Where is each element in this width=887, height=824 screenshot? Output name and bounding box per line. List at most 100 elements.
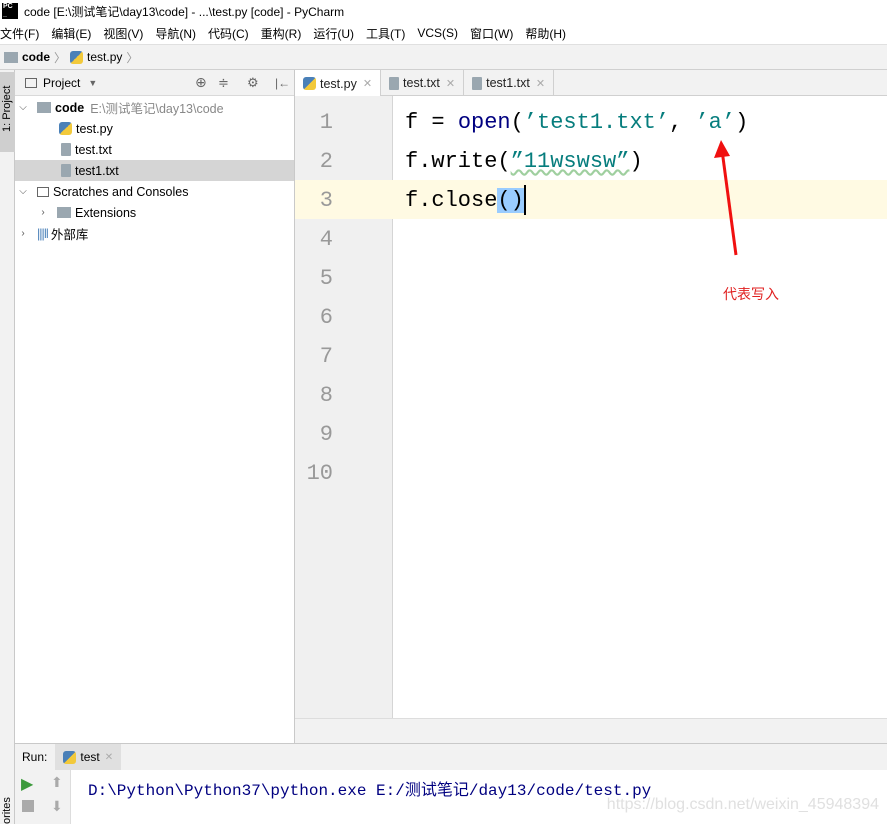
menu-view[interactable]: 视图(V)	[103, 25, 143, 42]
hide-panel-icon[interactable]: |←	[275, 76, 290, 90]
tree-item-label: 外部库	[50, 228, 89, 242]
locate-icon[interactable]: ⊕	[195, 74, 207, 91]
tree-item-scratches[interactable]: ⌵ Scratches and Consoles	[15, 181, 294, 202]
line-number: 5	[319, 266, 333, 291]
close-icon[interactable]: ✕	[536, 77, 545, 90]
rerun-icon[interactable]: ▶	[21, 774, 33, 794]
tab-test-py[interactable]: test.py ✕	[295, 70, 382, 97]
menu-run[interactable]: 运行(U)	[313, 25, 354, 42]
annotation-text: 代表写入	[723, 286, 779, 302]
arrow-up-icon[interactable]: ⬆	[51, 774, 63, 791]
menu-file[interactable]: 文件(F)	[0, 25, 39, 42]
chevron-right-icon[interactable]: ›	[35, 207, 51, 218]
text-file-icon	[472, 76, 483, 90]
current-line-highlight	[295, 180, 887, 219]
menu-vcs[interactable]: VCS(S)	[417, 26, 458, 40]
chevron-right-icon: 〉	[126, 50, 139, 65]
tab-label: test1.txt	[486, 76, 530, 90]
close-icon[interactable]: ✕	[363, 77, 372, 90]
tree-item-label: test.txt	[75, 142, 112, 157]
tab-test1-txt[interactable]: test1.txt ✕	[464, 70, 555, 96]
text-file-icon	[61, 164, 71, 177]
tree-item-external-libraries[interactable]: › |||‖ 外部库	[15, 223, 294, 244]
pycharm-logo-icon: PC _	[2, 3, 18, 19]
line-number: 3	[319, 188, 333, 213]
left-tool-strip	[0, 70, 15, 824]
menu-code[interactable]: 代码(C)	[208, 25, 249, 42]
collapse-all-icon[interactable]: ≑	[218, 75, 229, 91]
code-line-3: f.close()	[405, 181, 526, 220]
run-toolbar: ▶ ⬆ ⬇	[15, 770, 71, 824]
dropdown-arrow-icon[interactable]: ▼	[88, 78, 97, 88]
title-bar: PC _ code [E:\测试笔记\day13\code] - ...\test…	[0, 0, 887, 22]
tree-item-label: test1.txt	[75, 163, 119, 178]
menu-window[interactable]: 窗口(W)	[470, 25, 513, 42]
line-number: 10	[306, 461, 333, 486]
line-number: 8	[319, 383, 333, 408]
text-file-icon	[389, 76, 400, 90]
tree-item-test-py[interactable]: test.py	[15, 118, 294, 139]
project-tool-tab-label: 1: Project	[1, 85, 13, 132]
menu-bar: 文件(F) 编辑(E) 视图(V) 导航(N) 代码(C) 重构(R) 运行(U…	[0, 22, 887, 44]
project-tool-tab[interactable]: 1: Project	[0, 72, 15, 152]
line-number: 6	[319, 305, 333, 330]
window-title: code [E:\测试笔记\day13\code] - ...\test.py …	[24, 4, 345, 19]
breadcrumb-file[interactable]: test.py	[87, 50, 122, 64]
python-file-icon	[63, 750, 77, 764]
code-line-1: f = open(’test1.txt’, ’a’)	[405, 110, 749, 135]
tree-item-label: test.py	[76, 121, 113, 136]
library-icon: |||‖	[37, 226, 49, 241]
arrow-down-icon[interactable]: ⬇	[51, 798, 63, 815]
text-cursor	[523, 185, 526, 216]
project-view-selector[interactable]: Project	[43, 76, 80, 90]
chevron-down-icon[interactable]: ⌵	[15, 102, 31, 113]
tab-label: test.txt	[403, 76, 440, 90]
chevron-right-icon[interactable]: ›	[15, 228, 31, 239]
console-output: D:\Python\Python37\python.exe E:/测试笔记/da…	[88, 782, 652, 800]
horizontal-scroll-area[interactable]	[295, 718, 887, 743]
run-panel-header: Run: test ✕	[15, 743, 887, 771]
tree-item-label: Extensions	[75, 205, 137, 220]
tree-item-extensions[interactable]: › Extensions	[15, 202, 294, 223]
project-view-icon	[25, 77, 37, 88]
menu-tools[interactable]: 工具(T)	[366, 25, 405, 42]
text-file-icon	[61, 143, 71, 156]
gear-icon[interactable]: ⚙	[247, 75, 259, 91]
editor-tabs: test.py ✕ test.txt ✕ test1.txt ✕	[295, 70, 887, 97]
tree-item-path: E:\测试笔记\day13\code	[90, 102, 224, 116]
close-icon[interactable]: ✕	[446, 77, 455, 90]
run-tab-test[interactable]: test ✕	[55, 743, 122, 771]
python-file-icon	[59, 122, 72, 135]
project-panel-header: Project ▼ ⊕ ≑ ⚙ |←	[15, 70, 294, 96]
close-icon[interactable]: ✕	[105, 752, 113, 763]
python-file-icon	[70, 50, 84, 64]
line-number: 9	[319, 422, 333, 447]
tab-label: test.py	[320, 76, 357, 91]
folder-icon	[4, 51, 18, 63]
tree-item-test-txt[interactable]: test.txt	[15, 139, 294, 160]
breadcrumb-folder[interactable]: code	[22, 50, 50, 64]
tab-test-txt[interactable]: test.txt ✕	[381, 70, 465, 96]
tree-item-label: Scratches and Consoles	[53, 184, 189, 199]
scratches-icon	[37, 186, 49, 197]
breadcrumb: code 〉 test.py 〉	[0, 44, 887, 70]
tree-item-code[interactable]: ⌵ code E:\测试笔记\day13\code	[15, 97, 294, 118]
tree-item-test1-txt[interactable]: test1.txt	[15, 160, 294, 181]
menu-edit[interactable]: 编辑(E)	[51, 25, 91, 42]
favorites-tab-label: orites	[1, 797, 13, 824]
watermark: https://blog.csdn.net/weixin_45948394	[606, 796, 879, 813]
line-number: 2	[319, 149, 333, 174]
menu-navigate[interactable]: 导航(N)	[155, 25, 196, 42]
menu-refactor[interactable]: 重构(R)	[261, 25, 302, 42]
favorites-tool-tab[interactable]: orites	[0, 790, 15, 824]
project-tree: ⌵ code E:\测试笔记\day13\code test.py test.txt…	[15, 96, 294, 244]
run-label: Run:	[22, 750, 48, 764]
menu-help[interactable]: 帮助(H)	[525, 25, 566, 42]
line-number: 7	[319, 344, 333, 369]
stop-icon[interactable]	[22, 800, 34, 812]
folder-icon	[37, 102, 51, 113]
line-number: 4	[319, 227, 333, 252]
tree-item-label: code	[55, 100, 85, 115]
chevron-down-icon[interactable]: ⌵	[15, 186, 31, 197]
run-tab-label: test	[80, 750, 100, 764]
